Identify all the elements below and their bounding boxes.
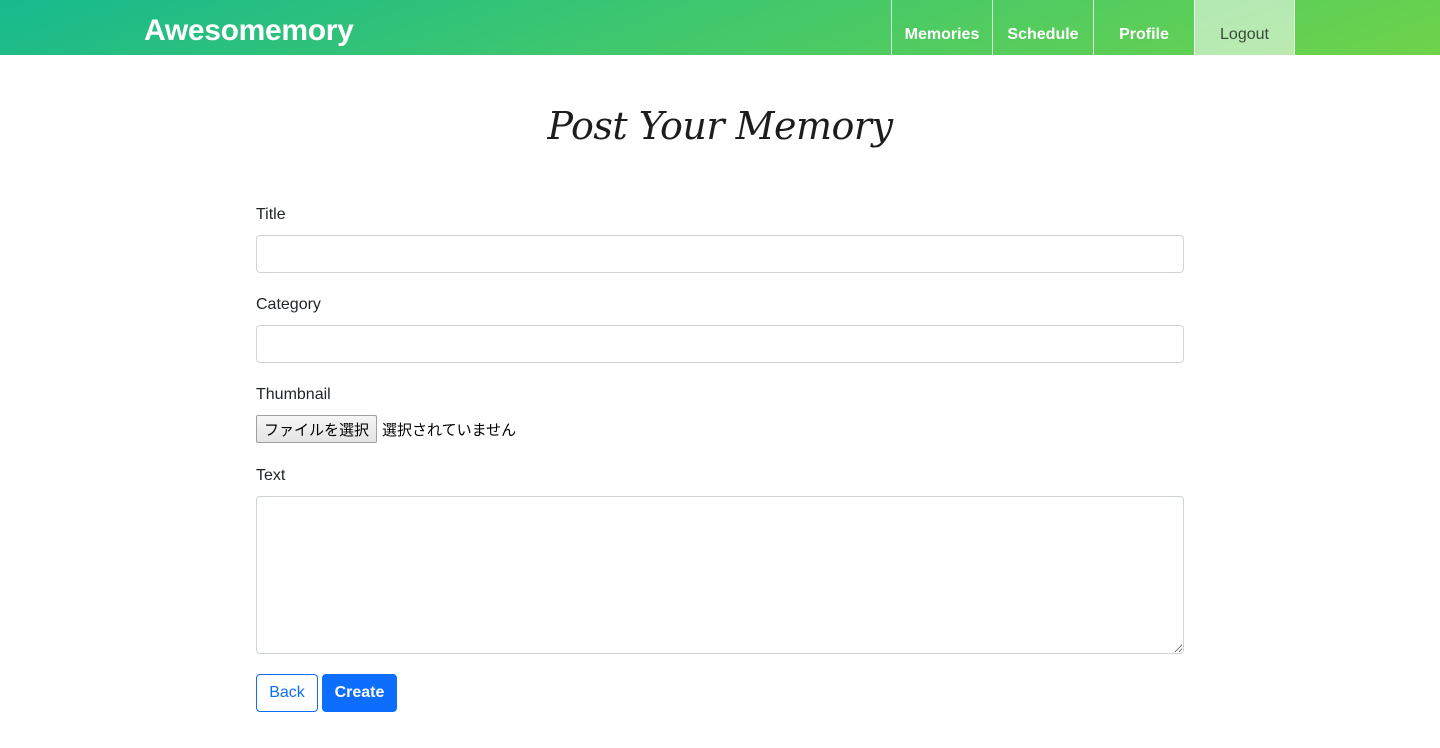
nav-item-schedule[interactable]: Schedule [992, 0, 1093, 55]
nav-item-memories[interactable]: Memories [891, 0, 992, 55]
choose-file-button[interactable]: ファイルを選択 [256, 415, 378, 443]
thumbnail-label: Thumbnail [256, 386, 331, 403]
category-input[interactable] [256, 325, 1184, 363]
file-status-text: 選択されていません [382, 420, 517, 439]
thumbnail-file-input: ファイルを選択 選択されていません [256, 415, 1184, 443]
text-label: Text [256, 467, 286, 484]
top-navbar: Awesomemory Memories Schedule Profile Lo… [0, 0, 1440, 55]
form-actions: Back Create [256, 674, 1184, 712]
text-textarea[interactable] [256, 496, 1184, 654]
page-title: Post Your Memory [547, 104, 893, 148]
nav-item-logout[interactable]: Logout [1194, 0, 1295, 55]
nav-item-profile[interactable]: Profile [1093, 0, 1194, 55]
create-button[interactable]: Create [322, 674, 397, 712]
back-button[interactable]: Back [256, 674, 318, 712]
title-label: Title [256, 206, 286, 223]
category-label: Category [256, 296, 321, 313]
main-nav: Memories Schedule Profile Logout [891, 0, 1295, 55]
brand-logo-link[interactable]: Awesomemory [144, 11, 354, 51]
title-input[interactable] [256, 235, 1184, 273]
post-memory-form: Title Category Thumbnail ファイルを選択 選択されていま… [256, 205, 1184, 712]
